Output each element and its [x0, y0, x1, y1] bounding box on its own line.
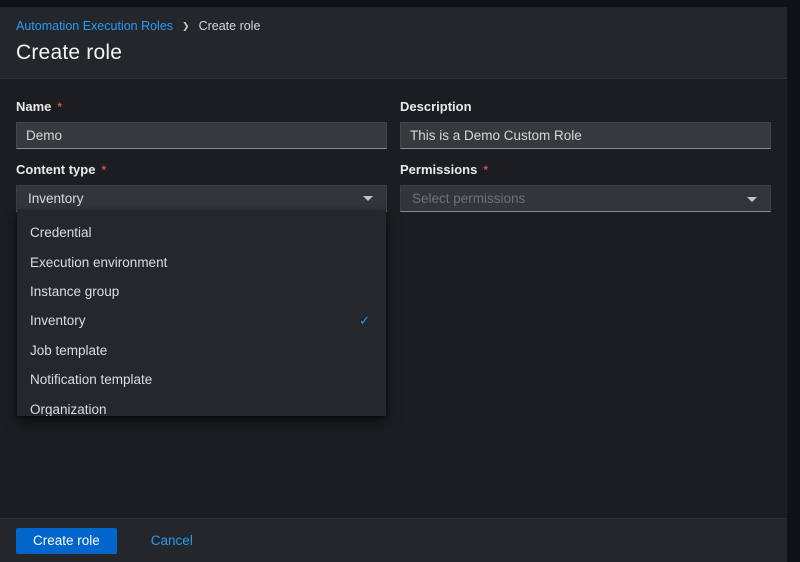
page-title: Create role: [16, 41, 123, 64]
menu-item-job-template[interactable]: Job template: [17, 336, 386, 365]
check-icon: ✓: [359, 312, 370, 328]
menu-item-label: Credential: [30, 225, 92, 241]
content-type-menu: Credential Execution environment Instanc…: [17, 210, 386, 416]
role-form: Name * Description Content type *: [16, 99, 771, 416]
menu-item-inventory[interactable]: Inventory ✓: [17, 306, 386, 335]
create-role-button[interactable]: Create role: [16, 527, 117, 554]
description-input[interactable]: [400, 122, 771, 149]
breadcrumb-current: Create role: [198, 19, 261, 33]
cancel-button[interactable]: Cancel: [151, 533, 193, 548]
breadcrumb: Automation Execution Roles ❯ Create role: [16, 19, 771, 33]
name-input[interactable]: [16, 122, 387, 149]
breadcrumb-separator-icon: ❯: [182, 20, 190, 31]
name-label-text: Name: [16, 99, 52, 114]
permissions-field-group: Permissions * Select permissions: [400, 162, 771, 212]
menu-item-label: Organization: [30, 401, 107, 416]
form-actions-footer: Create role Cancel: [0, 518, 787, 562]
menu-item-organization[interactable]: Organization: [17, 394, 386, 416]
page-header: Automation Execution Roles ❯ Create role…: [0, 7, 787, 79]
content-type-select[interactable]: Inventory Credential Execution environme…: [16, 185, 387, 416]
form-section: Name * Description Content type *: [0, 79, 787, 518]
permissions-select[interactable]: Select permissions: [400, 185, 771, 212]
name-field-group: Name *: [16, 99, 387, 149]
content-type-label-text: Content type: [16, 162, 96, 177]
required-asterisk: *: [57, 99, 63, 114]
permissions-placeholder: Select permissions: [412, 191, 526, 206]
menu-item-credential[interactable]: Credential: [17, 218, 386, 247]
required-asterisk: *: [483, 162, 488, 177]
permissions-label-text: Permissions: [400, 162, 478, 177]
content-type-label: Content type *: [16, 162, 387, 177]
menu-item-label: Notification template: [30, 372, 153, 388]
description-label-text: Description: [400, 99, 472, 114]
menu-item-label: Execution environment: [30, 254, 168, 270]
menu-item-notification-template[interactable]: Notification template: [17, 365, 386, 394]
name-label: Name *: [16, 99, 387, 114]
content-type-field-group: Content type * Inventory Credential Exec…: [16, 162, 387, 416]
menu-item-label: Instance group: [30, 283, 120, 299]
description-label: Description: [400, 99, 771, 114]
description-field-group: Description: [400, 99, 771, 149]
caret-down-icon: [363, 196, 373, 201]
content-type-value: Inventory: [28, 190, 84, 206]
menu-item-label: Job template: [30, 342, 108, 358]
menu-item-instance-group[interactable]: Instance group: [17, 277, 386, 306]
caret-down-icon: [747, 196, 757, 202]
menu-item-execution-environment[interactable]: Execution environment: [17, 247, 386, 276]
app-window: Automation Execution Roles ❯ Create role…: [0, 7, 787, 562]
permissions-label: Permissions *: [400, 162, 771, 177]
required-asterisk: *: [101, 162, 107, 177]
menu-item-label: Inventory: [30, 313, 86, 329]
breadcrumb-link-roles[interactable]: Automation Execution Roles: [16, 19, 173, 33]
